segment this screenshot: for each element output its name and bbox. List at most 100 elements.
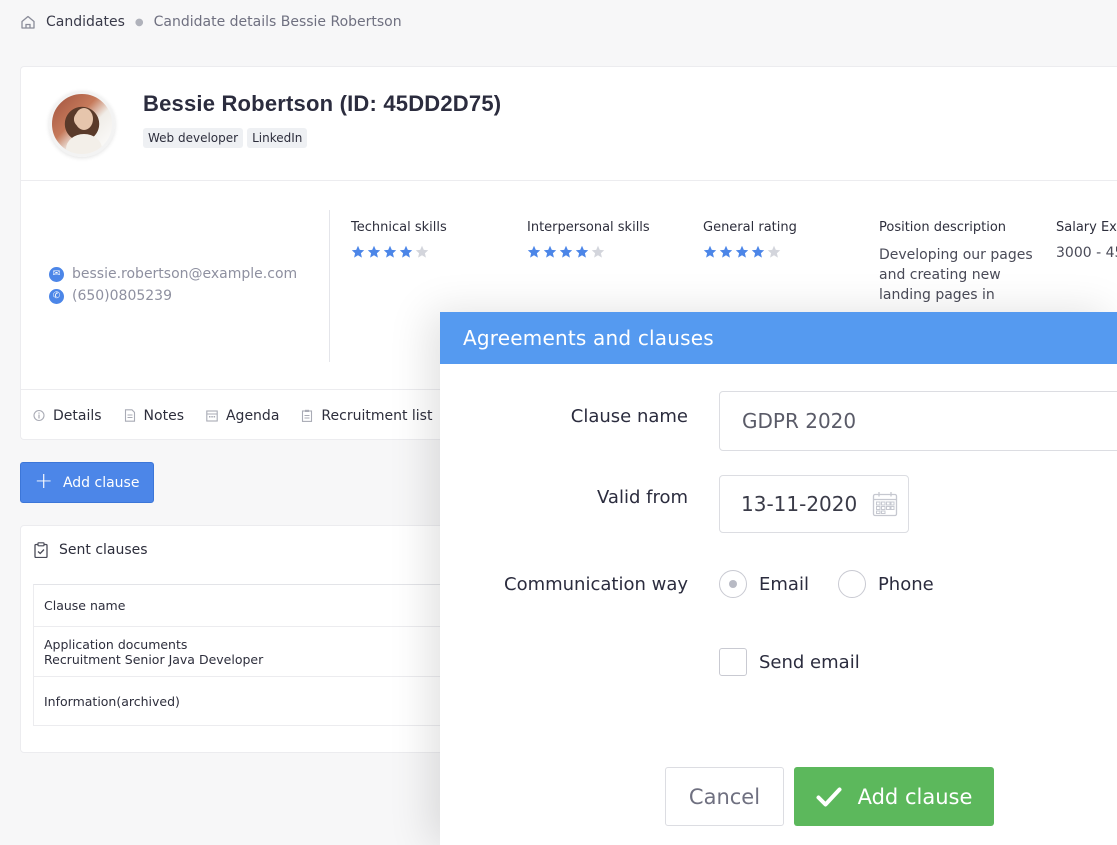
submit-add-clause-button[interactable]: Add clause (794, 767, 994, 826)
home-icon[interactable] (20, 14, 36, 30)
star-icon[interactable] (703, 245, 717, 259)
star-rating[interactable] (527, 245, 650, 259)
radio-email-label[interactable]: Email (759, 574, 809, 595)
clipboard-icon (302, 409, 313, 422)
candidate-tags: Web developer LinkedIn (143, 128, 308, 148)
cancel-label: Cancel (688, 784, 761, 809)
clause-name-value: GDPR 2020 (742, 409, 857, 433)
email-icon: ✉ (49, 266, 64, 282)
sent-clauses-heading: Sent clauses (59, 542, 148, 558)
breadcrumb-separator: ● (134, 16, 144, 28)
plus-icon: + (34, 468, 53, 494)
star-icon[interactable] (751, 245, 765, 259)
avatar (49, 91, 115, 157)
star-icon[interactable] (767, 245, 781, 259)
tag-linkedin: LinkedIn (247, 128, 308, 148)
phone-row: ✆ (650)0805239 (49, 285, 297, 307)
add-clause-label: Add clause (62, 474, 140, 491)
clause-subtitle: Recruitment Senior Java Developer (44, 651, 264, 667)
contact-info: ✉ bessie.robertson@example.com ✆ (650)08… (49, 263, 297, 307)
radio-phone[interactable] (837, 570, 866, 598)
agreements-modal: Agreements and clauses Clause name GDPR … (440, 312, 1117, 845)
star-icon[interactable] (351, 245, 365, 259)
star-icon[interactable] (383, 245, 397, 259)
clause-title: Information(archived) (44, 693, 180, 709)
rating-label: Interpersonal skills (527, 220, 650, 235)
profile-header: Bessie Robertson (ID: 45DD2D75) Web deve… (21, 67, 1117, 181)
radio-email[interactable] (719, 570, 747, 598)
column-header-clause-name: Clause name (44, 598, 126, 613)
tab-agenda[interactable]: Agenda (206, 408, 279, 424)
tag-web-developer: Web developer (143, 128, 244, 148)
breadcrumb: Candidates ● Candidate details Bessie Ro… (20, 14, 402, 30)
salary-label: Salary Exp (1056, 220, 1117, 235)
clipboard-check-icon (34, 542, 48, 558)
send-email-label[interactable]: Send email (759, 652, 860, 673)
tab-details[interactable]: Details (33, 408, 102, 424)
email-row: ✉ bessie.robertson@example.com (49, 263, 297, 285)
tab-label: Recruitment list (321, 407, 433, 424)
position-description: Position description Developing our page… (879, 220, 1039, 305)
radio-phone-label[interactable]: Phone (878, 574, 934, 595)
breadcrumb-current: Candidate details Bessie Robertson (153, 14, 402, 30)
rating-label: General rating (703, 220, 797, 235)
cancel-button[interactable]: Cancel (665, 767, 784, 826)
rating-label: Technical skills (351, 220, 447, 235)
clause-title: Application documents (44, 636, 188, 652)
calendar-icon[interactable] (872, 491, 898, 517)
tab-recruitment-list[interactable]: Recruitment list (301, 408, 432, 424)
calendar-icon (206, 410, 218, 422)
tab-notes[interactable]: Notes (124, 408, 184, 424)
breadcrumb-candidates-link[interactable]: Candidates (46, 14, 125, 30)
tab-label: Notes (143, 407, 184, 424)
submit-label: Add clause (857, 784, 973, 809)
table-row[interactable]: Application documents Recruitment Senior… (34, 627, 452, 677)
radio-selected-dot (729, 580, 737, 588)
clause-name-label: Clause name (570, 406, 688, 427)
document-icon (124, 409, 135, 422)
check-icon (816, 787, 842, 806)
star-icon[interactable] (735, 245, 749, 259)
candidate-name: Bessie Robertson (ID: 45DD2D75) (143, 91, 502, 116)
communication-radio-group: Email Phone (719, 570, 934, 598)
star-icon[interactable] (415, 245, 429, 259)
info-icon (33, 409, 45, 422)
divider (329, 210, 330, 362)
star-rating[interactable] (703, 245, 797, 259)
add-clause-button[interactable]: + Add clause (20, 462, 154, 503)
star-icon[interactable] (559, 245, 573, 259)
rating-interpersonal-skills: Interpersonal skills (527, 220, 650, 259)
send-email-row: Send email (719, 648, 860, 676)
tab-label: Details (53, 407, 102, 424)
star-icon[interactable] (367, 245, 381, 259)
star-icon[interactable] (543, 245, 557, 259)
sent-clauses-title: Sent clauses (33, 542, 148, 558)
salary-expectations: Salary Exp 3000 - 45 (1056, 220, 1117, 261)
star-icon[interactable] (575, 245, 589, 259)
clause-name-input[interactable]: GDPR 2020 (719, 391, 1117, 451)
valid-from-label: Valid from (597, 487, 688, 508)
sent-clauses-table: Clause name Application documents Recrui… (33, 584, 453, 726)
star-icon[interactable] (719, 245, 733, 259)
sent-clauses-card: Sent clauses Clause name Application doc… (20, 525, 460, 753)
modal-header: Agreements and clauses (440, 312, 1117, 364)
modal-title: Agreements and clauses (463, 326, 714, 350)
rating-general: General rating (703, 220, 797, 259)
position-description-label: Position description (879, 220, 1007, 235)
communication-way-label: Communication way (504, 574, 688, 595)
table-header: Clause name (34, 585, 452, 627)
star-icon[interactable] (399, 245, 413, 259)
star-rating[interactable] (351, 245, 447, 259)
valid-from-input[interactable]: 13-11-2020 (719, 475, 909, 533)
position-description-text: Developing our pages and creating new la… (879, 247, 1033, 303)
salary-value: 3000 - 45 (1056, 245, 1117, 261)
phone-icon: ✆ (49, 288, 64, 304)
rating-technical-skills: Technical skills (351, 220, 447, 259)
candidate-email[interactable]: bessie.robertson@example.com (72, 266, 297, 282)
table-row[interactable]: Information(archived) (34, 677, 452, 725)
candidate-phone[interactable]: (650)0805239 (72, 288, 172, 304)
send-email-checkbox[interactable] (719, 648, 747, 676)
star-icon[interactable] (591, 245, 605, 259)
valid-from-value: 13-11-2020 (741, 492, 858, 516)
star-icon[interactable] (527, 245, 541, 259)
